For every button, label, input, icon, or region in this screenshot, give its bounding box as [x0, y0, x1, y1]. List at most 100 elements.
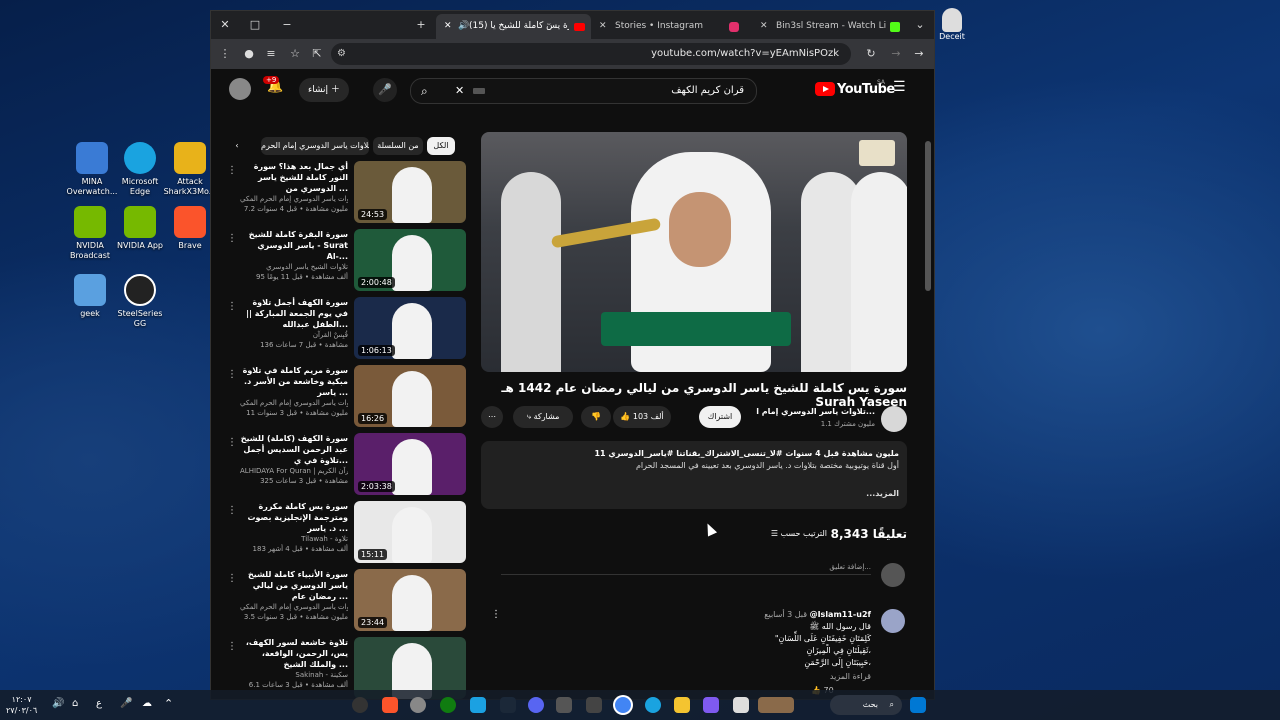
volume-icon[interactable]: 🔊 — [52, 698, 64, 709]
menu-dots-icon[interactable]: ⋮ — [215, 43, 235, 65]
epic-taskbar-icon[interactable] — [586, 697, 602, 713]
more-options-icon[interactable]: ⋮ — [227, 165, 237, 176]
battlenet-taskbar-icon[interactable] — [470, 697, 486, 713]
reload-icon[interactable]: ↻ — [861, 43, 881, 65]
subscribe-button[interactable]: اشتراك — [699, 406, 741, 428]
description-box[interactable]: 11 مليون مشاهدة قبل 4 سنوات #لا_تنسى_الا… — [481, 441, 907, 509]
chevron-left-icon[interactable]: ‹ — [231, 137, 243, 155]
tab-instagram[interactable]: ✕ Stories • Instagram — [595, 14, 745, 39]
geek-icon — [74, 274, 106, 306]
video-thumbnail[interactable]: 2:00:48 — [354, 229, 466, 291]
site-settings-icon[interactable]: ⚙ — [337, 43, 346, 65]
close-window-icon[interactable]: ✕ — [211, 11, 239, 39]
steam-taskbar-icon[interactable] — [500, 697, 516, 713]
more-options-icon[interactable]: ⋮ — [227, 641, 237, 652]
brave-taskbar-icon[interactable] — [382, 697, 398, 713]
related-video[interactable]: 16:26 سورة مريم كاملة في تلاوة مبكية وخاش… — [223, 365, 466, 429]
commenter-avatar[interactable] — [881, 609, 905, 633]
youtube-logo[interactable]: YouTube SA — [815, 79, 895, 101]
more-options-icon[interactable]: ⋮ — [227, 301, 237, 312]
video-thumbnail[interactable]: 1:06:13 — [354, 297, 466, 359]
channel-avatar[interactable] — [881, 406, 907, 432]
search-icon[interactable]: ⌕ — [421, 79, 428, 103]
profile-icon[interactable]: ● — [239, 43, 259, 65]
tray-chevron-icon[interactable]: ⌃ — [164, 697, 173, 710]
minimize-icon[interactable]: − — [273, 11, 301, 39]
copilot-taskbar-icon[interactable] — [703, 697, 719, 713]
chip-all[interactable]: الكل — [427, 137, 455, 155]
more-options-icon[interactable]: ⋮ — [227, 369, 237, 380]
video-thumbnail[interactable]: 15:11 — [354, 501, 466, 563]
tab-youtube[interactable]: ✕ 🔊 (15) سورة يسٓ كاملة للشيخ يا — [436, 14, 591, 39]
video-thumbnail[interactable]: 2:03:38 — [354, 433, 466, 495]
close-tab-icon[interactable]: ✕ — [444, 14, 452, 39]
obs-taskbar-icon[interactable] — [410, 697, 426, 713]
video-thumbnail[interactable]: 24:53 — [354, 161, 466, 223]
chip-channel[interactable]: من تلاوات ياسر الدوسري إمام الحرم — [261, 137, 369, 155]
back-icon[interactable]: → — [909, 43, 929, 65]
more-options-icon[interactable]: ⋮ — [227, 437, 237, 448]
description-more-link[interactable]: ...المزيد — [866, 489, 899, 498]
calculator-taskbar-icon[interactable] — [556, 697, 572, 713]
steelseries-taskbar-icon[interactable] — [352, 697, 368, 713]
close-tab-icon[interactable]: ✕ — [599, 14, 607, 39]
clock[interactable]: ١٢:٠٧ ٢٧/٠٣/٠٦ — [6, 694, 37, 716]
xbox-taskbar-icon[interactable] — [440, 697, 456, 713]
like-button[interactable]: 👍 103 ألف — [613, 406, 671, 428]
dislike-button[interactable]: 👎 — [581, 406, 611, 428]
address-bar[interactable]: youtube.com/watch?v=yEAmNisPOzk ⚙ — [331, 43, 851, 65]
windows-start-icon[interactable] — [910, 697, 926, 713]
hamburger-menu-icon[interactable]: ☰ — [893, 79, 906, 95]
deceit-shortcut[interactable]: Deceit — [938, 8, 966, 41]
related-video[interactable]: 23:44 سورة الأنبياء كاملة للشيخ ياسر الدو… — [223, 569, 466, 633]
more-options-icon[interactable]: ⋮ — [227, 233, 237, 244]
share-button[interactable]: ⤷ مشاركة — [513, 406, 573, 428]
bookmark-star-icon[interactable]: ☆ — [285, 43, 305, 65]
related-video[interactable]: 15:11 سورة يس كاملة مكررة ومترجمة الإنجلي… — [223, 501, 466, 565]
forward-icon[interactable]: → — [886, 43, 906, 65]
more-actions-button[interactable]: ⋯ — [481, 406, 503, 428]
tab-search-chevron-icon[interactable]: ⌄ — [906, 11, 934, 39]
video-player[interactable] — [481, 132, 907, 372]
sort-button[interactable]: ☰ الترتيب حسب — [771, 529, 827, 538]
network-icon[interactable]: ⌂ — [72, 698, 78, 709]
chrome-taskbar-icon[interactable] — [615, 697, 631, 713]
related-video[interactable]: 2:00:48 سورة البقرة كاملة للشيخ ياسر الدو… — [223, 229, 466, 293]
clear-search-icon[interactable]: ✕ — [455, 79, 464, 103]
keyboard-icon[interactable] — [473, 88, 485, 94]
maximize-icon[interactable]: □ — [241, 11, 269, 39]
account-avatar[interactable] — [229, 78, 251, 100]
related-video[interactable]: 1:06:13 سورة الكهف أجمل تلاوة في يوم الجم… — [223, 297, 466, 361]
language-icon[interactable]: ع — [96, 698, 102, 709]
video-thumbnail[interactable]: 16:26 — [354, 365, 466, 427]
share-icon[interactable]: ⇱ — [307, 43, 327, 65]
task-view-taskbar-icon[interactable] — [733, 697, 749, 713]
close-tab-icon[interactable]: ✕ — [760, 14, 768, 39]
scrollbar[interactable] — [925, 141, 931, 291]
mic-tray-icon[interactable]: 🎤 — [120, 698, 132, 709]
reading-list-icon[interactable]: ≡ — [261, 43, 281, 65]
taskbar-search[interactable]: ⌕ بحث — [830, 695, 902, 715]
create-button[interactable]: إنشاء ＋ — [299, 78, 349, 102]
audio-icon[interactable]: 🔊 — [458, 14, 469, 39]
desktop-icon-steelseries[interactable]: SteelSeries GG — [110, 274, 170, 329]
comment-menu-icon[interactable]: ⋮ — [491, 609, 501, 620]
video-thumbnail[interactable]: 23:44 — [354, 569, 466, 631]
new-tab-icon[interactable]: + — [407, 11, 435, 39]
discord-taskbar-icon[interactable] — [528, 697, 544, 713]
search-box[interactable]: ✕ قران كريم الكهف ⌕ — [410, 78, 757, 104]
related-video[interactable]: 2:03:38 سورة الكهف (كاملة) للشيخ عبد الرح… — [223, 433, 466, 497]
tab-kick[interactable]: ✕ Bin3sl Stream - Watch Live on K — [756, 14, 906, 39]
more-options-icon[interactable]: ⋮ — [227, 505, 237, 516]
comments-header: 8,343 تعليقًا ☰ الترتيب حسب — [770, 527, 907, 541]
related-video[interactable]: 24:53 أي جمال بعد هذا؟ سورة النور كاملة ل… — [223, 161, 466, 225]
voice-search-icon[interactable]: 🎤 — [373, 78, 397, 102]
more-options-icon[interactable]: ⋮ — [227, 573, 237, 584]
edge-taskbar-icon[interactable] — [645, 697, 661, 713]
widgets-taskbar-icon[interactable] — [758, 697, 794, 713]
chip-series[interactable]: من السلسلة — [373, 137, 423, 155]
add-comment-input[interactable]: إضافة تعليق... — [501, 563, 871, 575]
file-explorer-taskbar-icon[interactable] — [674, 697, 690, 713]
read-more-link[interactable]: قراءة المزيد — [661, 671, 871, 683]
cloud-tray-icon[interactable]: ☁ — [142, 698, 152, 709]
